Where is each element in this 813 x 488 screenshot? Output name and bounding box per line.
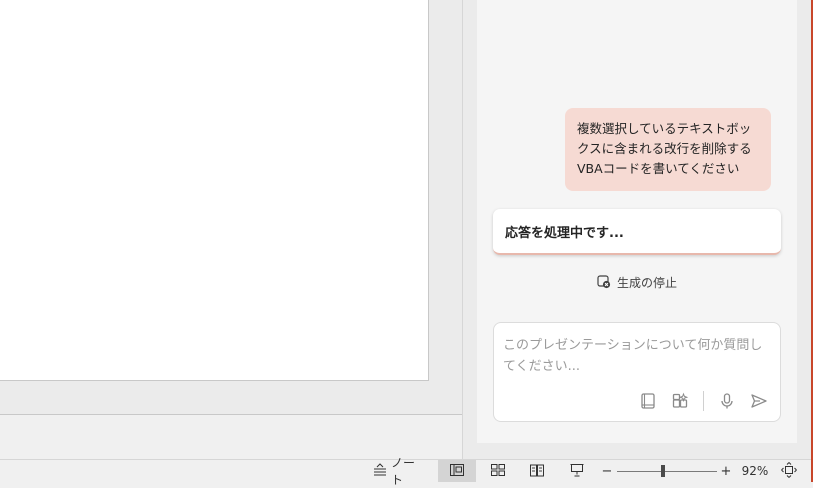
zoom-out-button[interactable]: − [600, 460, 614, 482]
stop-generating-icon [597, 275, 611, 289]
response-status: 応答を処理中です... [505, 226, 624, 241]
pane-scrollbar[interactable] [797, 0, 811, 459]
fit-to-window-icon [781, 461, 797, 481]
notes-icon [372, 462, 388, 480]
normal-view-button[interactable] [438, 460, 476, 482]
slide-canvas[interactable] [0, 0, 429, 381]
chat-input-box[interactable]: このプレゼンテーションについて何か質問してください... [493, 322, 781, 422]
zoom-slider-track [617, 471, 717, 472]
send-icon[interactable] [750, 392, 768, 410]
stop-generating-label: 生成の停止 [617, 275, 678, 290]
copilot-pane: 複数選択しているテキストボックスに含まれる改行を削除するVBAコードを書いてくだ… [463, 0, 811, 459]
microphone-icon[interactable] [718, 392, 736, 410]
reading-view-icon [529, 463, 545, 480]
reading-view-button[interactable] [525, 460, 549, 482]
notes-label: ノート [391, 456, 416, 487]
user-message-bubble: 複数選択しているテキストボックスに含まれる改行を削除するVBAコードを書いてくだ… [565, 108, 771, 191]
tools-separator [703, 391, 704, 411]
zoom-slider-thumb[interactable] [660, 465, 665, 477]
zoom-slider[interactable] [617, 460, 717, 482]
slideshow-icon [569, 463, 585, 480]
response-card: 応答を処理中です... [493, 209, 781, 255]
slideshow-button[interactable] [565, 460, 589, 482]
slide-sorter-icon [490, 463, 506, 480]
slide-sorter-button[interactable] [486, 460, 510, 482]
zoom-level[interactable]: 92% [738, 460, 772, 482]
prompt-gallery-icon[interactable] [671, 392, 689, 410]
stop-generating-button[interactable]: 生成の停止 [597, 272, 677, 292]
slide-editing-area [0, 0, 462, 414]
normal-view-icon [449, 463, 465, 480]
status-bar: ノート − + 92% [0, 456, 811, 487]
chat-input-tools [639, 391, 768, 411]
notes-button[interactable]: ノート [372, 456, 424, 487]
chat-input-placeholder: このプレゼンテーションについて何か質問してください... [503, 338, 763, 374]
fit-to-window-button[interactable] [779, 460, 799, 482]
zoom-in-button[interactable]: + [719, 460, 733, 482]
notebook-icon[interactable] [639, 392, 657, 410]
chat-panel: 複数選択しているテキストボックスに含まれる改行を削除するVBAコードを書いてくだ… [477, 0, 797, 443]
